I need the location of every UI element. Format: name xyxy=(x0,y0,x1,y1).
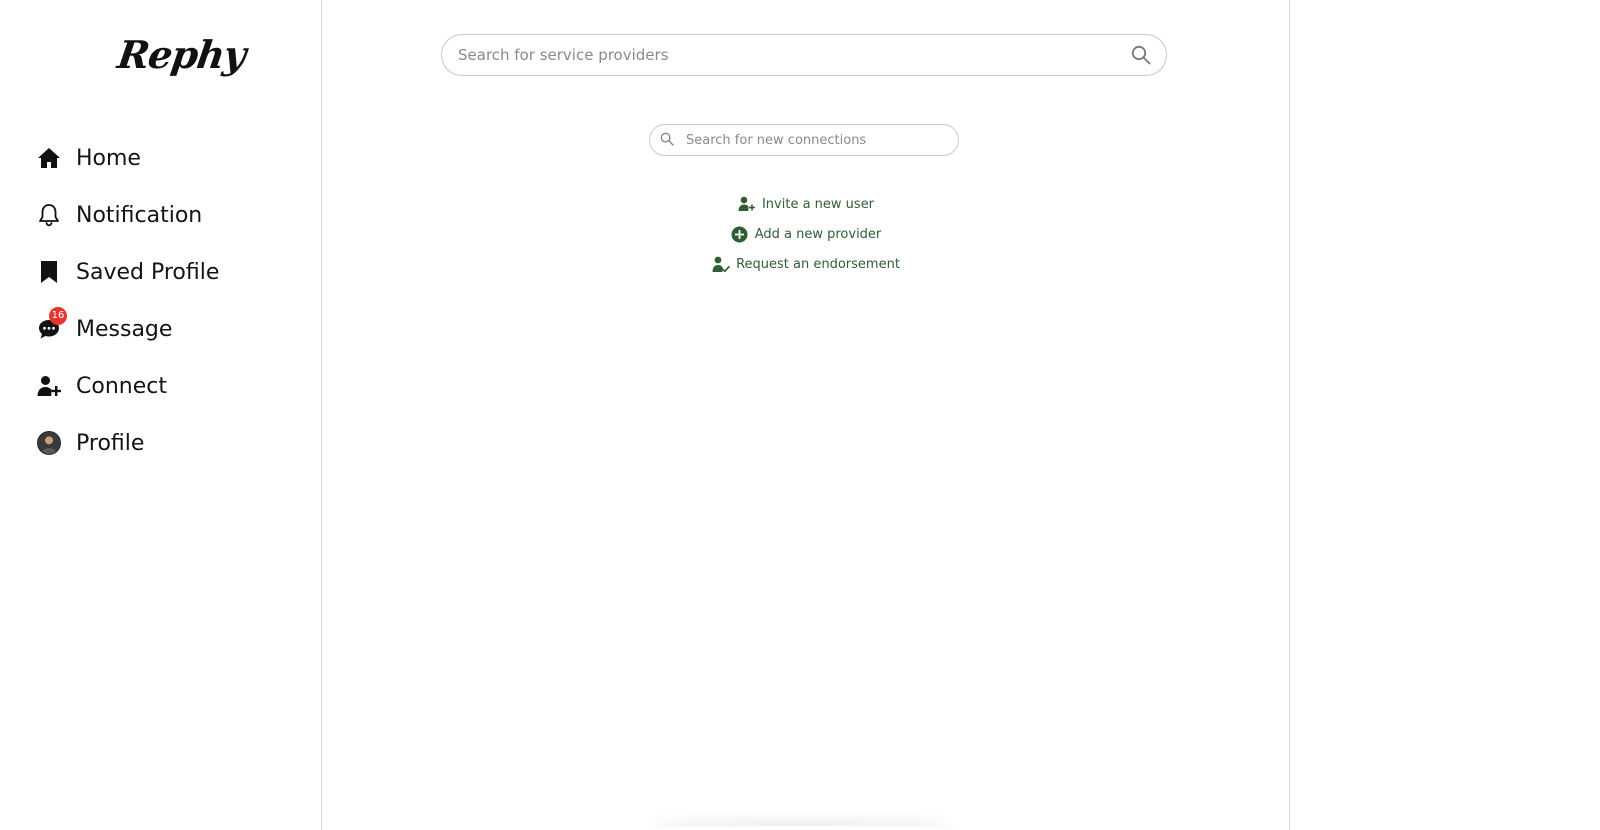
sidebar-item-label: Saved Profile xyxy=(76,259,220,285)
sidebar-item-label: Connect xyxy=(76,373,167,399)
sidebar-item-label: Home xyxy=(76,145,141,171)
search-icon xyxy=(660,131,674,150)
sidebar-item-label: Message xyxy=(76,316,173,342)
sidebar-nav: Home Notification Saved Profile 16 Messa… xyxy=(36,138,306,480)
invite-user-link[interactable]: Invite a new user xyxy=(322,193,1290,215)
sidebar-item-notification[interactable]: Notification xyxy=(36,195,306,235)
main-panel: Invite a new user Add a new provider xyxy=(322,0,1290,830)
bell-icon xyxy=(36,202,62,228)
home-icon xyxy=(36,145,62,171)
brand-logo[interactable]: Rephy xyxy=(115,32,248,77)
sidebar: Rephy Home Notification Saved Profile 16… xyxy=(0,0,322,830)
quick-actions: Invite a new user Add a new provider Req… xyxy=(322,193,1290,283)
sidebar-item-message[interactable]: 16 Message xyxy=(36,307,306,349)
message-count-badge: 16 xyxy=(49,307,67,325)
sidebar-item-saved-profile[interactable]: Saved Profile xyxy=(36,252,306,292)
profile-avatar-image xyxy=(37,431,61,455)
sidebar-item-home[interactable]: Home xyxy=(36,138,306,178)
app-root: Rephy Home Notification Saved Profile 16… xyxy=(0,0,1600,830)
search-icon[interactable] xyxy=(1128,42,1154,68)
bookmark-icon xyxy=(36,259,62,285)
chat-icon: 16 xyxy=(36,307,67,342)
bottom-panel-shadow xyxy=(652,826,952,830)
user-check-icon xyxy=(712,255,730,273)
user-plus-icon xyxy=(36,373,62,399)
sidebar-item-profile[interactable]: Profile xyxy=(36,423,306,463)
avatar xyxy=(36,430,62,456)
connection-search-input[interactable] xyxy=(684,131,948,149)
add-provider-link[interactable]: Add a new provider xyxy=(322,223,1290,245)
plus-circle-icon xyxy=(731,225,749,243)
sidebar-item-connect[interactable]: Connect xyxy=(36,366,306,406)
provider-search-input[interactable] xyxy=(456,45,1128,65)
sidebar-item-label: Profile xyxy=(76,430,145,456)
request-endorsement-link[interactable]: Request an endorsement xyxy=(322,253,1290,275)
action-label: Request an endorsement xyxy=(736,256,900,272)
action-label: Invite a new user xyxy=(761,196,875,212)
connection-search-bar xyxy=(649,124,959,156)
action-label: Add a new provider xyxy=(754,226,882,242)
user-plus-icon xyxy=(738,195,756,213)
sidebar-item-label: Notification xyxy=(76,202,203,228)
provider-search-bar xyxy=(441,34,1167,76)
